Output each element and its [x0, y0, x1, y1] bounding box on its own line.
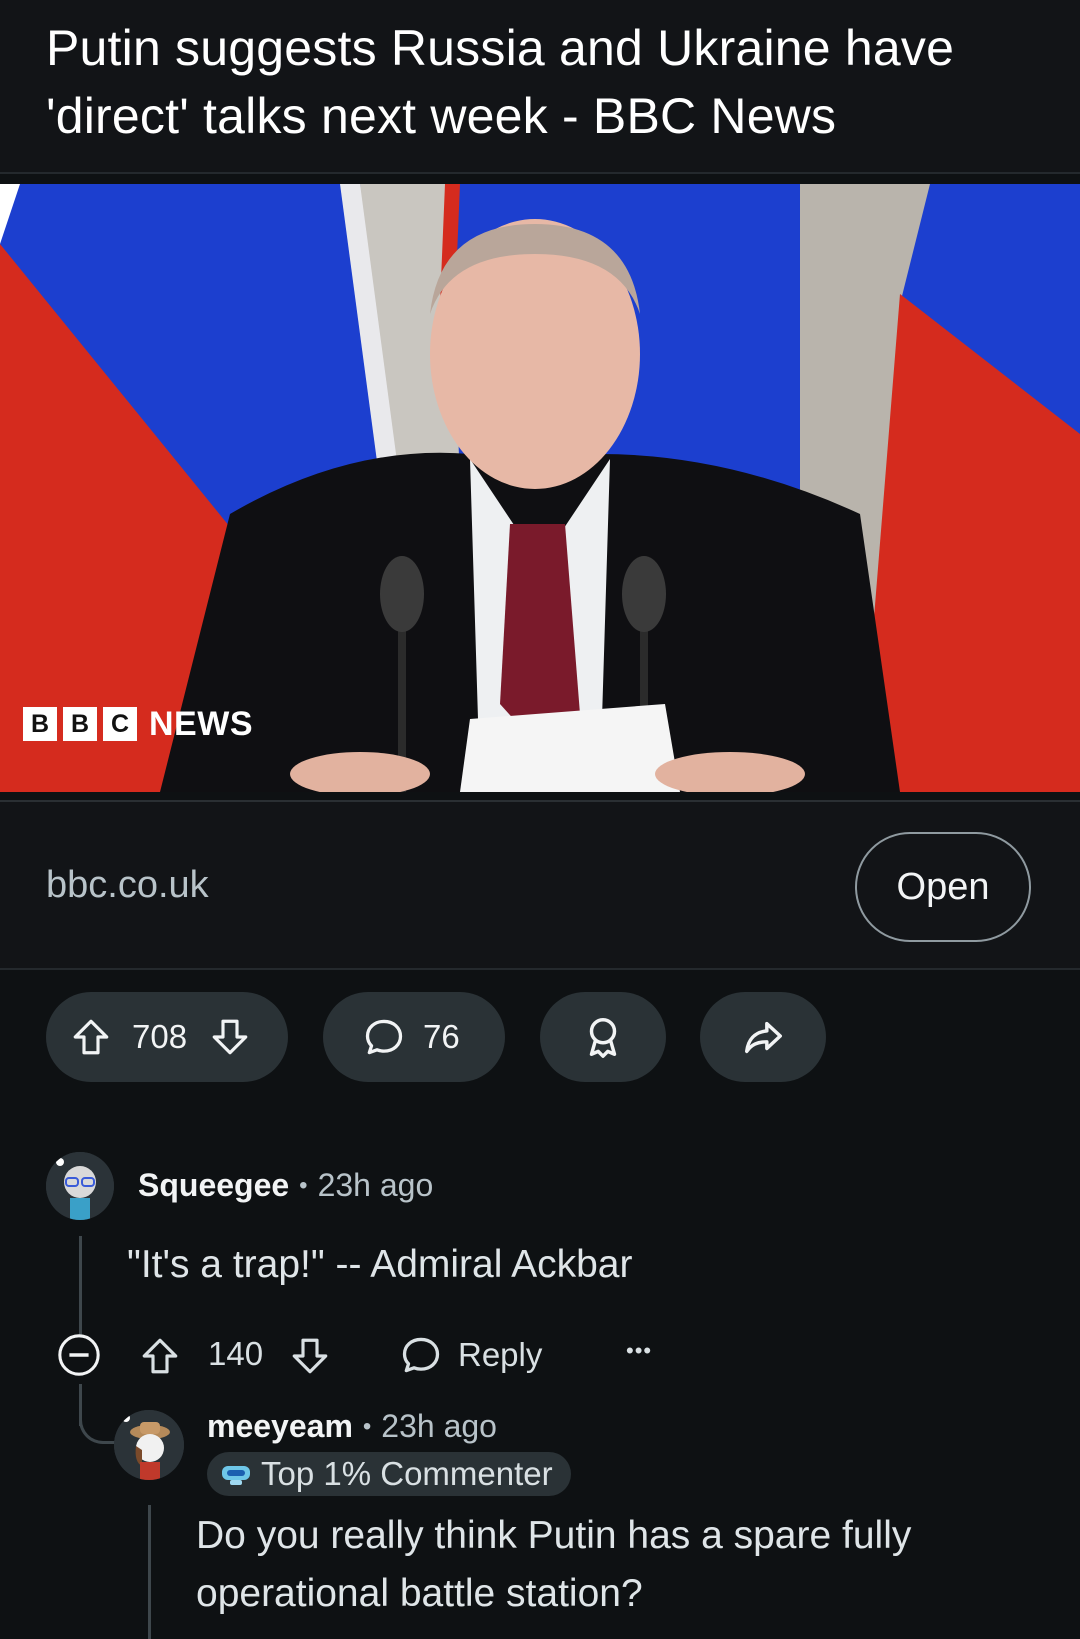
comment-header: meeyeam • 23h ago — [207, 1408, 497, 1445]
reply-label: Reply — [458, 1336, 543, 1373]
upvote-icon[interactable] — [138, 1334, 182, 1378]
link-preview-row: bbc.co.uk Open — [0, 800, 1080, 970]
user-flair-badge: Top 1% Commenter — [207, 1452, 571, 1496]
award-icon — [580, 1014, 626, 1060]
comment-icon — [361, 1014, 407, 1060]
thread-line[interactable] — [148, 1505, 151, 1639]
avatar[interactable] — [114, 1410, 184, 1480]
comment-vote-count: 140 — [208, 1335, 264, 1372]
open-link-button[interactable]: Open — [855, 832, 1031, 942]
separator-dot: • — [299, 1171, 308, 1199]
collapse-icon[interactable] — [56, 1332, 102, 1378]
comment-body: "It's a trap!" -- Admiral Ackbar — [127, 1243, 633, 1286]
comment-timestamp: 23h ago — [317, 1167, 434, 1203]
comment-author[interactable]: meeyeam — [207, 1408, 353, 1445]
upvote-icon[interactable] — [68, 1014, 114, 1060]
downvote-icon[interactable] — [288, 1334, 332, 1378]
downvote-icon[interactable] — [207, 1014, 253, 1060]
award-button[interactable] — [540, 992, 666, 1082]
commenter-badge-icon — [219, 1459, 253, 1489]
comment-icon — [398, 1332, 444, 1378]
post-vote-count: 708 — [132, 1018, 188, 1055]
share-icon — [740, 1014, 786, 1060]
share-button[interactable] — [700, 992, 826, 1082]
thread-line[interactable] — [79, 1236, 82, 1336]
comment-body: Do you really think Putin has a spare fu… — [196, 1514, 912, 1615]
vote-pill: 708 — [46, 992, 288, 1082]
comment-count: 76 — [423, 1018, 460, 1055]
avatar[interactable] — [46, 1152, 114, 1220]
comment-header: Squeegee • 23h ago — [138, 1167, 433, 1204]
comment-timestamp: 23h ago — [381, 1408, 497, 1444]
news-photo — [0, 184, 1080, 792]
post-header: Putin suggests Russia and Ukraine have '… — [0, 0, 1080, 174]
bbc-news-logo: B B C NEWS — [23, 704, 253, 744]
more-icon[interactable]: ••• — [626, 1338, 652, 1364]
comments-button[interactable]: 76 — [323, 992, 505, 1082]
post-title[interactable]: Putin suggests Russia and Ukraine have '… — [46, 14, 1036, 150]
comment-author[interactable]: Squeegee — [138, 1167, 289, 1204]
post-image[interactable]: B B C NEWS — [0, 184, 1080, 792]
thread-curve — [79, 1404, 117, 1444]
separator-dot: • — [362, 1412, 372, 1440]
reply-button[interactable]: Reply — [398, 1330, 542, 1380]
badge-label: Top 1% Commenter — [261, 1455, 553, 1492]
link-domain[interactable]: bbc.co.uk — [46, 864, 209, 907]
